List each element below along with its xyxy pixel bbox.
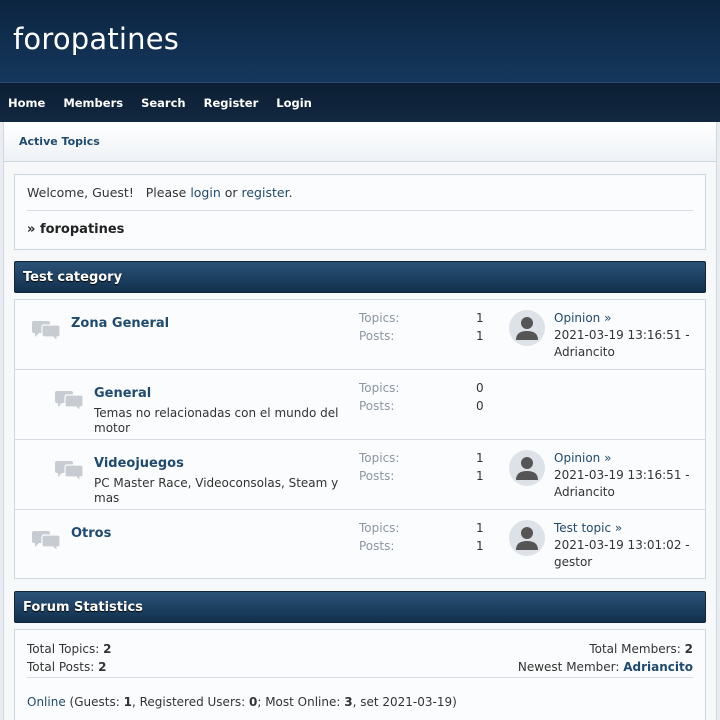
online-users-line: Online (Guests: 1, Registered Users: 0; … <box>27 678 693 709</box>
most-online-value: 3 <box>344 695 353 709</box>
sub-navigation: Active Topics <box>4 122 716 162</box>
last-post-author: Adriancito <box>554 485 615 499</box>
newest-member-label: Newest Member: <box>517 660 620 674</box>
nav-login-link[interactable]: Login <box>276 96 312 110</box>
last-post-author: gestor <box>554 555 593 569</box>
total-members-label: Total Members: <box>589 642 681 656</box>
content-wrapper: Active Topics Welcome, Guest! Please log… <box>3 122 717 720</box>
last-post-date: 2021-03-19 13:16:51 - <box>554 468 690 482</box>
total-posts-value: 2 <box>98 660 107 674</box>
forum-row: Videojuegos PC Master Race, Videoconsolas… <box>15 440 705 510</box>
posts-count: 1 <box>476 329 484 343</box>
total-members-value: 2 <box>684 642 693 656</box>
posts-label: Posts: <box>359 539 395 553</box>
guests-value: 1 <box>123 695 132 709</box>
last-post-date: 2021-03-19 13:16:51 - <box>554 328 690 342</box>
last-post-topic-link[interactable]: Test topic » <box>554 521 622 535</box>
topics-label: Topics: <box>359 381 400 395</box>
posts-count: 1 <box>476 469 484 483</box>
topics-count: 0 <box>476 381 484 395</box>
speech-bubbles-icon <box>30 320 62 343</box>
last-post-topic-link[interactable]: Opinion » <box>554 451 611 465</box>
topics-count: 1 <box>476 311 484 325</box>
last-post-topic-link[interactable]: Opinion » <box>554 311 611 325</box>
site-title[interactable]: foropatines <box>13 22 707 56</box>
breadcrumb: » foropatines <box>27 211 693 237</box>
most-online-date: , set 2021-03-19) <box>352 695 457 709</box>
most-online-label: ; Most Online: <box>257 695 345 709</box>
speech-bubbles-icon <box>30 530 62 553</box>
forum-row: General Temas no relacionadas con el mund… <box>15 370 705 440</box>
forum-row: Zona General Topics: 1 Posts: 1 Opinion » 2021… <box>15 300 705 370</box>
forum-list: Zona General Topics: 1 Posts: 1 Opinion » 2021… <box>14 299 706 579</box>
forum-row: Otros Topics: 1 Posts: 1 Test topic » 2021-03-… <box>15 510 705 578</box>
forum-title-link[interactable]: Otros <box>71 526 111 541</box>
posts-count: 1 <box>476 539 484 553</box>
user-avatar-icon <box>509 520 545 556</box>
newest-member: Newest Member: Adriancito <box>518 658 693 676</box>
welcome-text: Welcome, Guest! Please <box>27 185 191 200</box>
topics-label: Topics: <box>359 451 400 465</box>
breadcrumb-separator: » <box>27 222 40 237</box>
total-members: Total Members: 2 <box>518 640 693 658</box>
topics-label: Topics: <box>359 521 400 535</box>
category-title[interactable]: Test category <box>23 270 122 285</box>
category-header: Test category <box>14 261 706 293</box>
last-post-info: Opinion » 2021-03-19 13:16:51 - Adriancito <box>554 310 704 361</box>
statistics-header: Forum Statistics <box>14 591 706 623</box>
forum-description: Temas no relacionadas con el mundo del m… <box>94 406 339 435</box>
nav-search-link[interactable]: Search <box>141 96 186 110</box>
statistics-box: Total Topics: 2 Total Posts: 2 Total Mem… <box>14 629 706 720</box>
speech-bubbles-icon <box>53 390 85 413</box>
statistics-summary: Total Topics: 2 Total Posts: 2 Total Mem… <box>27 630 693 678</box>
online-link[interactable]: Online <box>27 695 66 709</box>
user-avatar-icon <box>509 310 545 346</box>
site-header: foropatines <box>0 0 720 82</box>
last-post-author: Adriancito <box>554 345 615 359</box>
statistics-right: Total Members: 2 Newest Member: Adrianci… <box>518 640 693 676</box>
posts-label: Posts: <box>359 469 395 483</box>
forum-title-link[interactable]: Videojuegos <box>94 456 184 471</box>
user-avatar-icon <box>509 450 545 486</box>
forum-title-link[interactable]: Zona General <box>71 316 169 331</box>
active-topics-link[interactable]: Active Topics <box>19 135 100 148</box>
login-link[interactable]: login <box>190 185 220 200</box>
total-topics: Total Topics: 2 <box>27 640 112 658</box>
last-post-info: Test topic » 2021-03-19 13:01:02 - gestor <box>554 520 704 571</box>
main-navbar: Home Members Search Register Login <box>0 82 720 122</box>
topics-label: Topics: <box>359 311 400 325</box>
register-link[interactable]: register <box>242 185 289 200</box>
breadcrumb-forum-link[interactable]: foropatines <box>40 222 125 237</box>
nav-home-link[interactable]: Home <box>8 96 45 110</box>
speech-bubbles-icon <box>53 460 85 483</box>
guests-label: (Guests: <box>65 695 124 709</box>
total-posts-label: Total Posts: <box>27 660 95 674</box>
registered-label: , Registered Users: <box>131 695 249 709</box>
forum-title-link[interactable]: General <box>94 386 151 401</box>
total-topics-value: 2 <box>103 642 112 656</box>
welcome-period: . <box>288 185 293 200</box>
nav-members-link[interactable]: Members <box>63 96 123 110</box>
last-post-date: 2021-03-19 13:01:02 - <box>554 538 690 552</box>
newest-member-link[interactable]: Adriancito <box>623 660 693 674</box>
welcome-or-text: or <box>220 185 242 200</box>
statistics-left: Total Topics: 2 Total Posts: 2 <box>27 640 112 676</box>
forum-description: PC Master Race, Videoconsolas, Steam y m… <box>94 476 339 505</box>
topics-count: 1 <box>476 451 484 465</box>
welcome-box: Welcome, Guest! Please login or register… <box>14 174 706 250</box>
posts-label: Posts: <box>359 329 395 343</box>
topics-count: 1 <box>476 521 484 535</box>
last-post-info: Opinion » 2021-03-19 13:16:51 - Adriancito <box>554 450 704 501</box>
total-posts: Total Posts: 2 <box>27 658 112 676</box>
posts-label: Posts: <box>359 399 395 413</box>
nav-register-link[interactable]: Register <box>204 96 259 110</box>
total-topics-label: Total Topics: <box>27 642 100 656</box>
statistics-title: Forum Statistics <box>23 599 143 615</box>
welcome-message: Welcome, Guest! Please login or register… <box>27 185 693 211</box>
posts-count: 0 <box>476 399 484 413</box>
